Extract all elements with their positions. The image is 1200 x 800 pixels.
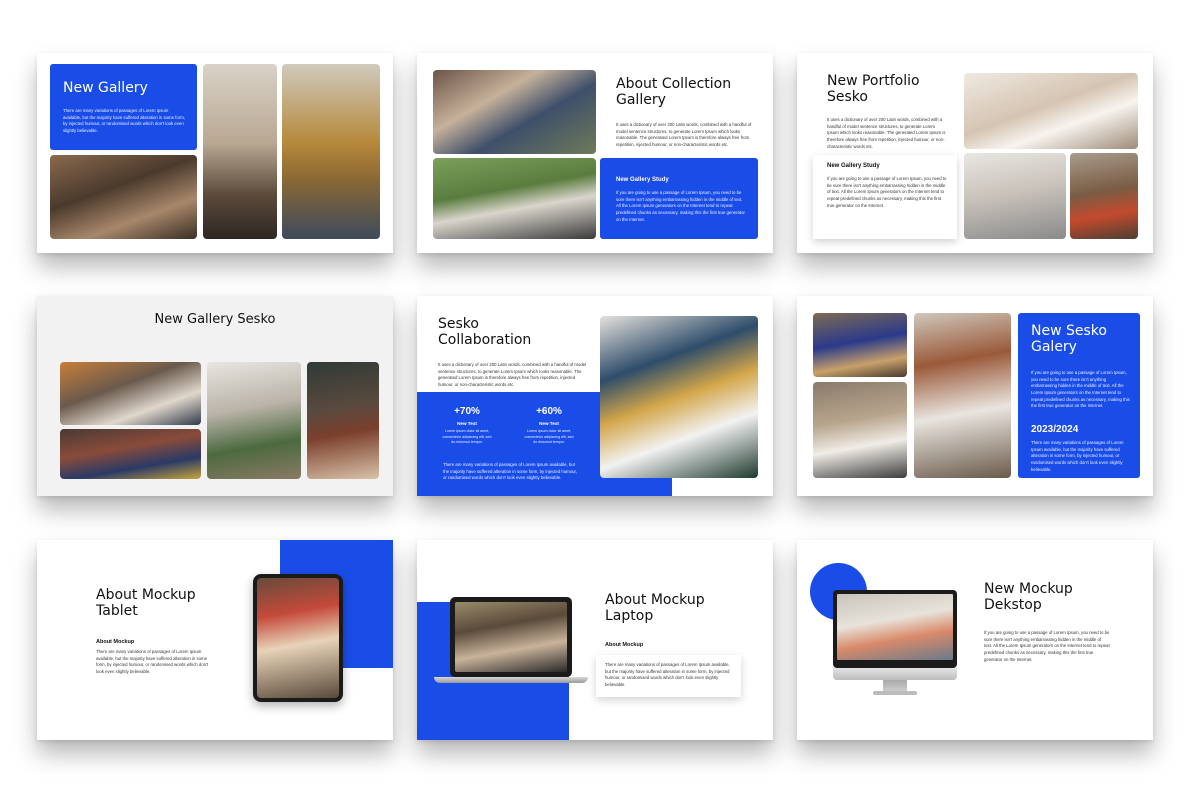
card-body-text: If you are going to use a passage of Lor… — [827, 176, 947, 208]
laptop-lid — [450, 597, 572, 677]
photo-teacher-chalkboard — [307, 362, 379, 479]
slide-about-mockup-laptop[interactable]: About Mockup Laptop About Mockup There a… — [417, 540, 773, 740]
slide-about-collection-gallery[interactable]: About Collection Gallery It uses a dicti… — [417, 53, 773, 253]
slide-body-text: It uses a dictionary of over 200 Latin w… — [827, 117, 946, 149]
slide-subtitle: About Mockup — [605, 642, 644, 648]
photo-library-students — [50, 155, 197, 239]
photo-child-teacher — [1070, 153, 1138, 239]
tablet-device-icon — [253, 574, 343, 702]
desktop-monitor-icon — [833, 590, 957, 698]
stat-text-1: Lorem ipsum dolor sit amet, consectetur … — [442, 429, 492, 445]
stats-body-text: There are many variations of passages of… — [443, 462, 577, 481]
laptop-base — [434, 677, 588, 683]
slide-title: New Sesko Galery — [1031, 323, 1107, 356]
slide-new-sesko-galery[interactable]: New Sesko Galery If you are going to use… — [797, 296, 1153, 496]
slide-title: About Mockup Tablet — [96, 587, 196, 620]
stat-label-1: New Text — [457, 421, 477, 426]
photo-student-reading — [813, 313, 907, 377]
slide-new-mockup-dekstop[interactable]: New Mockup Dekstop If you are going to u… — [797, 540, 1153, 740]
slide-new-portfolio-sesko[interactable]: New Portfolio Sesko It uses a dictionary… — [797, 53, 1153, 253]
photo-students-walking — [203, 64, 277, 239]
slide-title: New Mockup Dekstop — [984, 581, 1073, 614]
slide-body-text: There are many variations of passages of… — [96, 649, 209, 674]
slide-new-gallery-sesko[interactable]: New Gallery Sesko — [37, 296, 393, 496]
stat-text-2: Lorem ipsum dolor sit amet, consectetur … — [524, 429, 574, 445]
slide-title: Sesko Collaboration — [438, 316, 532, 349]
photo-student-books — [914, 313, 1011, 478]
slide-title: New Gallery Sesko — [154, 312, 276, 327]
photo-student-portrait — [282, 64, 380, 239]
slide-title: New Portfolio Sesko — [827, 73, 920, 106]
stat-value-2: +60% — [536, 406, 562, 417]
photo-students-outdoor — [433, 158, 596, 239]
photo-man-laptop — [964, 73, 1138, 149]
slide-sesko-collaboration[interactable]: Sesko Collaboration It uses a dictionary… — [417, 296, 773, 496]
slide-body-text: If you are going to use a passage of Lor… — [1031, 370, 1130, 409]
slide-new-gallery[interactable]: New Gallery There are many variations of… — [37, 53, 393, 253]
slide-title: About Collection Gallery — [616, 76, 732, 109]
photo-group-students — [433, 70, 596, 154]
laptop-device-icon — [434, 597, 588, 683]
card-title: New Gallery Study — [827, 163, 880, 169]
tablet-screen-photo — [257, 578, 339, 698]
stat-label-2: New Text — [539, 421, 559, 426]
card-body-text: There are many variations of passages of… — [605, 662, 730, 687]
slide-about-mockup-tablet[interactable]: About Mockup Tablet About Mockup There a… — [37, 540, 393, 740]
monitor-screen-photo — [837, 594, 953, 660]
year-label: 2023/2024 — [1031, 424, 1079, 435]
card-title: New Gallery Study — [616, 177, 669, 183]
photo-hands-keyboard — [964, 153, 1066, 239]
photo-student-desk — [207, 362, 301, 479]
monitor-screen-frame — [833, 590, 957, 668]
slide-body-text: There are many variations of passages of… — [63, 108, 185, 133]
monitor-chin — [833, 668, 957, 680]
monitor-foot — [873, 691, 917, 695]
year-body-text: There are many variations of passages of… — [1031, 440, 1124, 472]
slide-title: New Gallery — [63, 80, 148, 96]
slide-title: About Mockup Laptop — [605, 592, 705, 625]
slide-subtitle: About Mockup — [96, 639, 135, 645]
photo-students-group — [60, 429, 201, 479]
slide-body-text: If you are going to use a passage of Lor… — [984, 630, 1110, 662]
photo-student-laptop — [813, 382, 907, 478]
laptop-screen-photo — [455, 602, 567, 672]
photo-students-table — [60, 362, 201, 425]
card-body-text: If you are going to use a passage of Lor… — [616, 190, 745, 222]
stat-value-1: +70% — [454, 406, 480, 417]
slide-body-text: It uses a dictionary of over 200 Latin w… — [616, 122, 752, 147]
slide-body-text: It uses a dictionary of over 200 Latin w… — [438, 362, 587, 387]
photo-students-blackboard — [600, 316, 758, 478]
title-panel — [50, 64, 197, 150]
